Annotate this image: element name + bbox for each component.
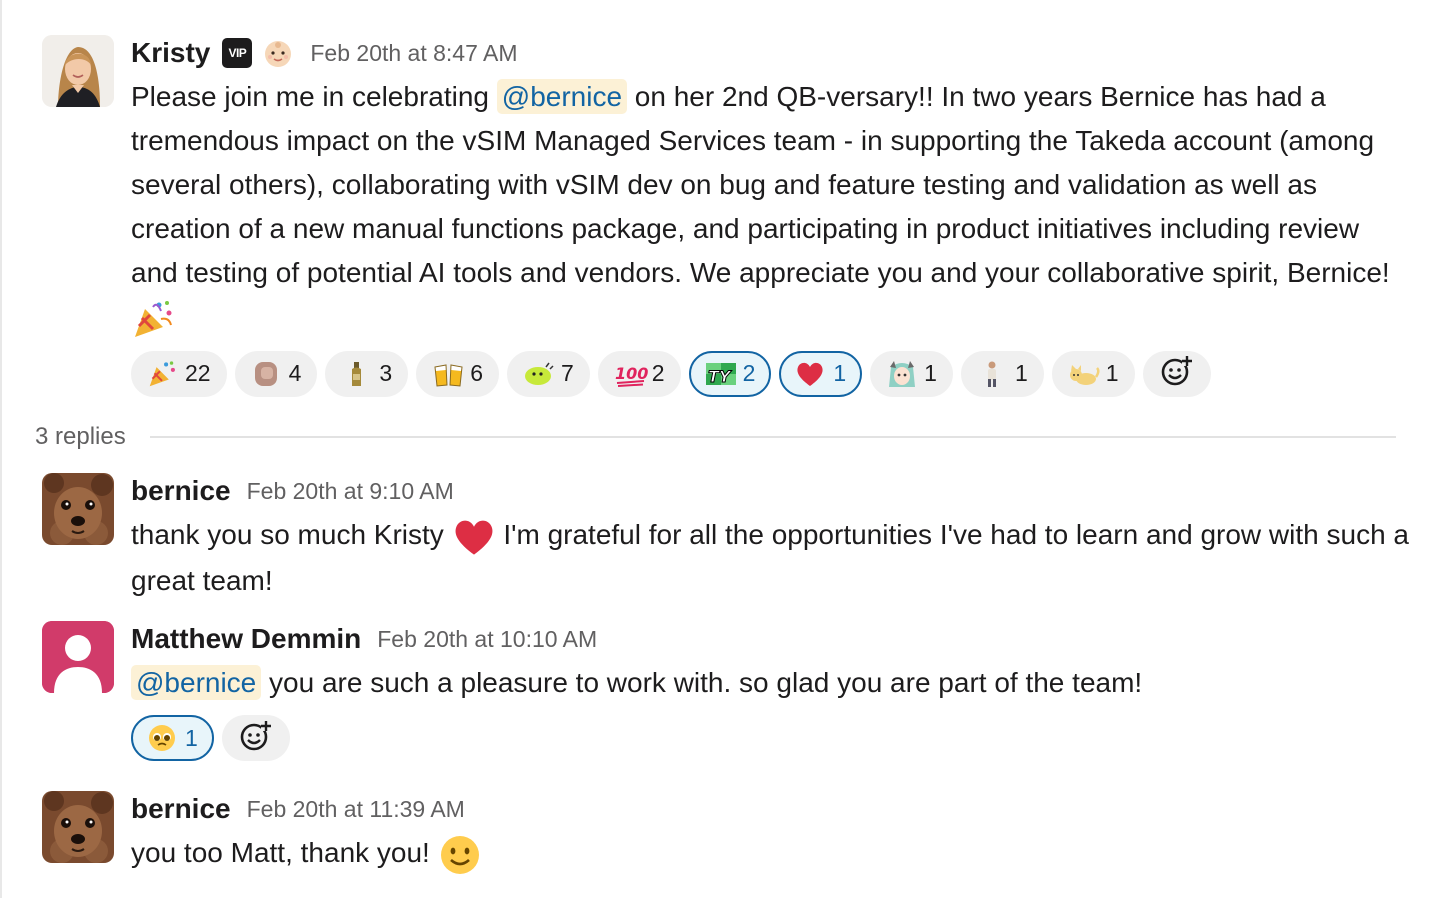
author-name[interactable]: bernice: [131, 793, 231, 825]
avatar-bernice[interactable]: [42, 791, 114, 863]
reaction-beers[interactable]: 6: [416, 350, 499, 397]
reaction-hundred[interactable]: 100 2: [597, 350, 681, 397]
party-popper-icon: [131, 297, 175, 341]
avatar-bernice[interactable]: [42, 473, 114, 545]
add-reaction-button[interactable]: [1142, 350, 1211, 397]
message-body: thank you so much Kristy I'm grateful fo…: [131, 513, 1410, 603]
message-timestamp[interactable]: Feb 20th at 10:10 AM: [377, 626, 597, 653]
reaction-person-standing[interactable]: 1: [960, 350, 1044, 397]
reaction-pleading-face[interactable]: 1: [131, 715, 214, 761]
reaction-count: 1: [924, 360, 937, 387]
add-reaction-button[interactable]: [221, 715, 290, 761]
add-emoji-icon: [239, 719, 273, 758]
message-text-part: on her 2nd QB-versary!! In two years Ber…: [131, 81, 1390, 288]
reaction-count: 2: [742, 360, 756, 387]
message-text-part: you too Matt, thank you!: [131, 837, 438, 868]
person-standing-icon: [977, 359, 1007, 389]
red-heart-icon: [795, 359, 825, 389]
beers-icon: [432, 359, 463, 389]
reaction-anime-girl[interactable]: 1: [870, 350, 953, 397]
reactions-bar: 1: [131, 715, 1410, 761]
reaction-blob-dance[interactable]: 7: [506, 350, 590, 397]
message-text-part: Please join me in celebrating: [131, 81, 497, 112]
party-popper-icon: [147, 359, 177, 389]
avatar-matthew-demmin[interactable]: [42, 621, 114, 693]
reaction-count: 4: [288, 360, 302, 387]
add-emoji-icon: [1160, 354, 1194, 393]
reaction-red-heart[interactable]: 1: [779, 350, 863, 397]
blob-dance-icon: [523, 359, 554, 389]
reaction-bottle[interactable]: 3: [325, 350, 409, 397]
mention-bernice[interactable]: @bernice: [496, 79, 628, 114]
reaction-ty[interactable]: TY 2: [688, 350, 772, 397]
reaction-count: 6: [470, 360, 483, 387]
reaction-custom-face[interactable]: 4: [234, 350, 318, 397]
reaction-count: 1: [1014, 360, 1028, 387]
author-name[interactable]: Kristy: [131, 37, 210, 69]
reactions-bar: 22 4 3 6 7 100 2 TY 2 1 1 1 1: [131, 350, 1410, 397]
reaction-count: 1: [185, 724, 198, 751]
message-timestamp[interactable]: Feb 20th at 9:10 AM: [247, 478, 454, 505]
message-body: you too Matt, thank you!: [131, 831, 1410, 877]
message-text-part: thank you so much Kristy: [131, 519, 452, 550]
message-timestamp[interactable]: Feb 20th at 8:47 AM: [310, 40, 517, 67]
window-left-border: [0, 0, 2, 898]
reaction-count: 1: [1105, 360, 1119, 387]
vip-badge-icon: VIP: [222, 38, 253, 68]
message-text-part: you are such a pleasure to work with. so…: [261, 667, 1143, 698]
bottle-icon: [341, 359, 371, 389]
red-heart-icon: [452, 515, 496, 559]
custom-face-icon: [251, 359, 281, 389]
message-timestamp[interactable]: Feb 20th at 11:39 AM: [247, 796, 465, 823]
avatar-kristy[interactable]: [42, 35, 114, 107]
reaction-count: 22: [185, 360, 211, 387]
anime-girl-icon: [886, 359, 916, 389]
replies-count-label[interactable]: 3 replies: [35, 423, 126, 451]
ty-icon: TY: [705, 359, 736, 389]
divider-line: [149, 436, 1396, 438]
author-name[interactable]: Matthew Demmin: [131, 623, 361, 655]
reaction-count: 1: [833, 360, 847, 387]
hundred-icon: 100: [614, 359, 648, 389]
baby-face-status-icon: [262, 37, 294, 69]
cat-icon: [1068, 359, 1100, 389]
reaction-count: 3: [379, 360, 393, 387]
reaction-party-popper[interactable]: 22: [131, 350, 227, 397]
reaction-cat[interactable]: 1: [1051, 350, 1135, 397]
reaction-count: 2: [651, 360, 665, 387]
slightly-smiling-face-icon: [438, 833, 482, 877]
mention-bernice[interactable]: @bernice: [131, 665, 262, 700]
message-body: @bernice you are such a pleasure to work…: [131, 661, 1410, 705]
author-name[interactable]: bernice: [131, 475, 231, 507]
svg-text:TY: TY: [708, 367, 732, 386]
reaction-count: 7: [560, 360, 574, 387]
pleading-face-icon: [147, 723, 177, 753]
message-body: Please join me in celebrating @bernice o…: [131, 75, 1410, 341]
thread-replies-divider: 3 replies: [35, 420, 1396, 454]
